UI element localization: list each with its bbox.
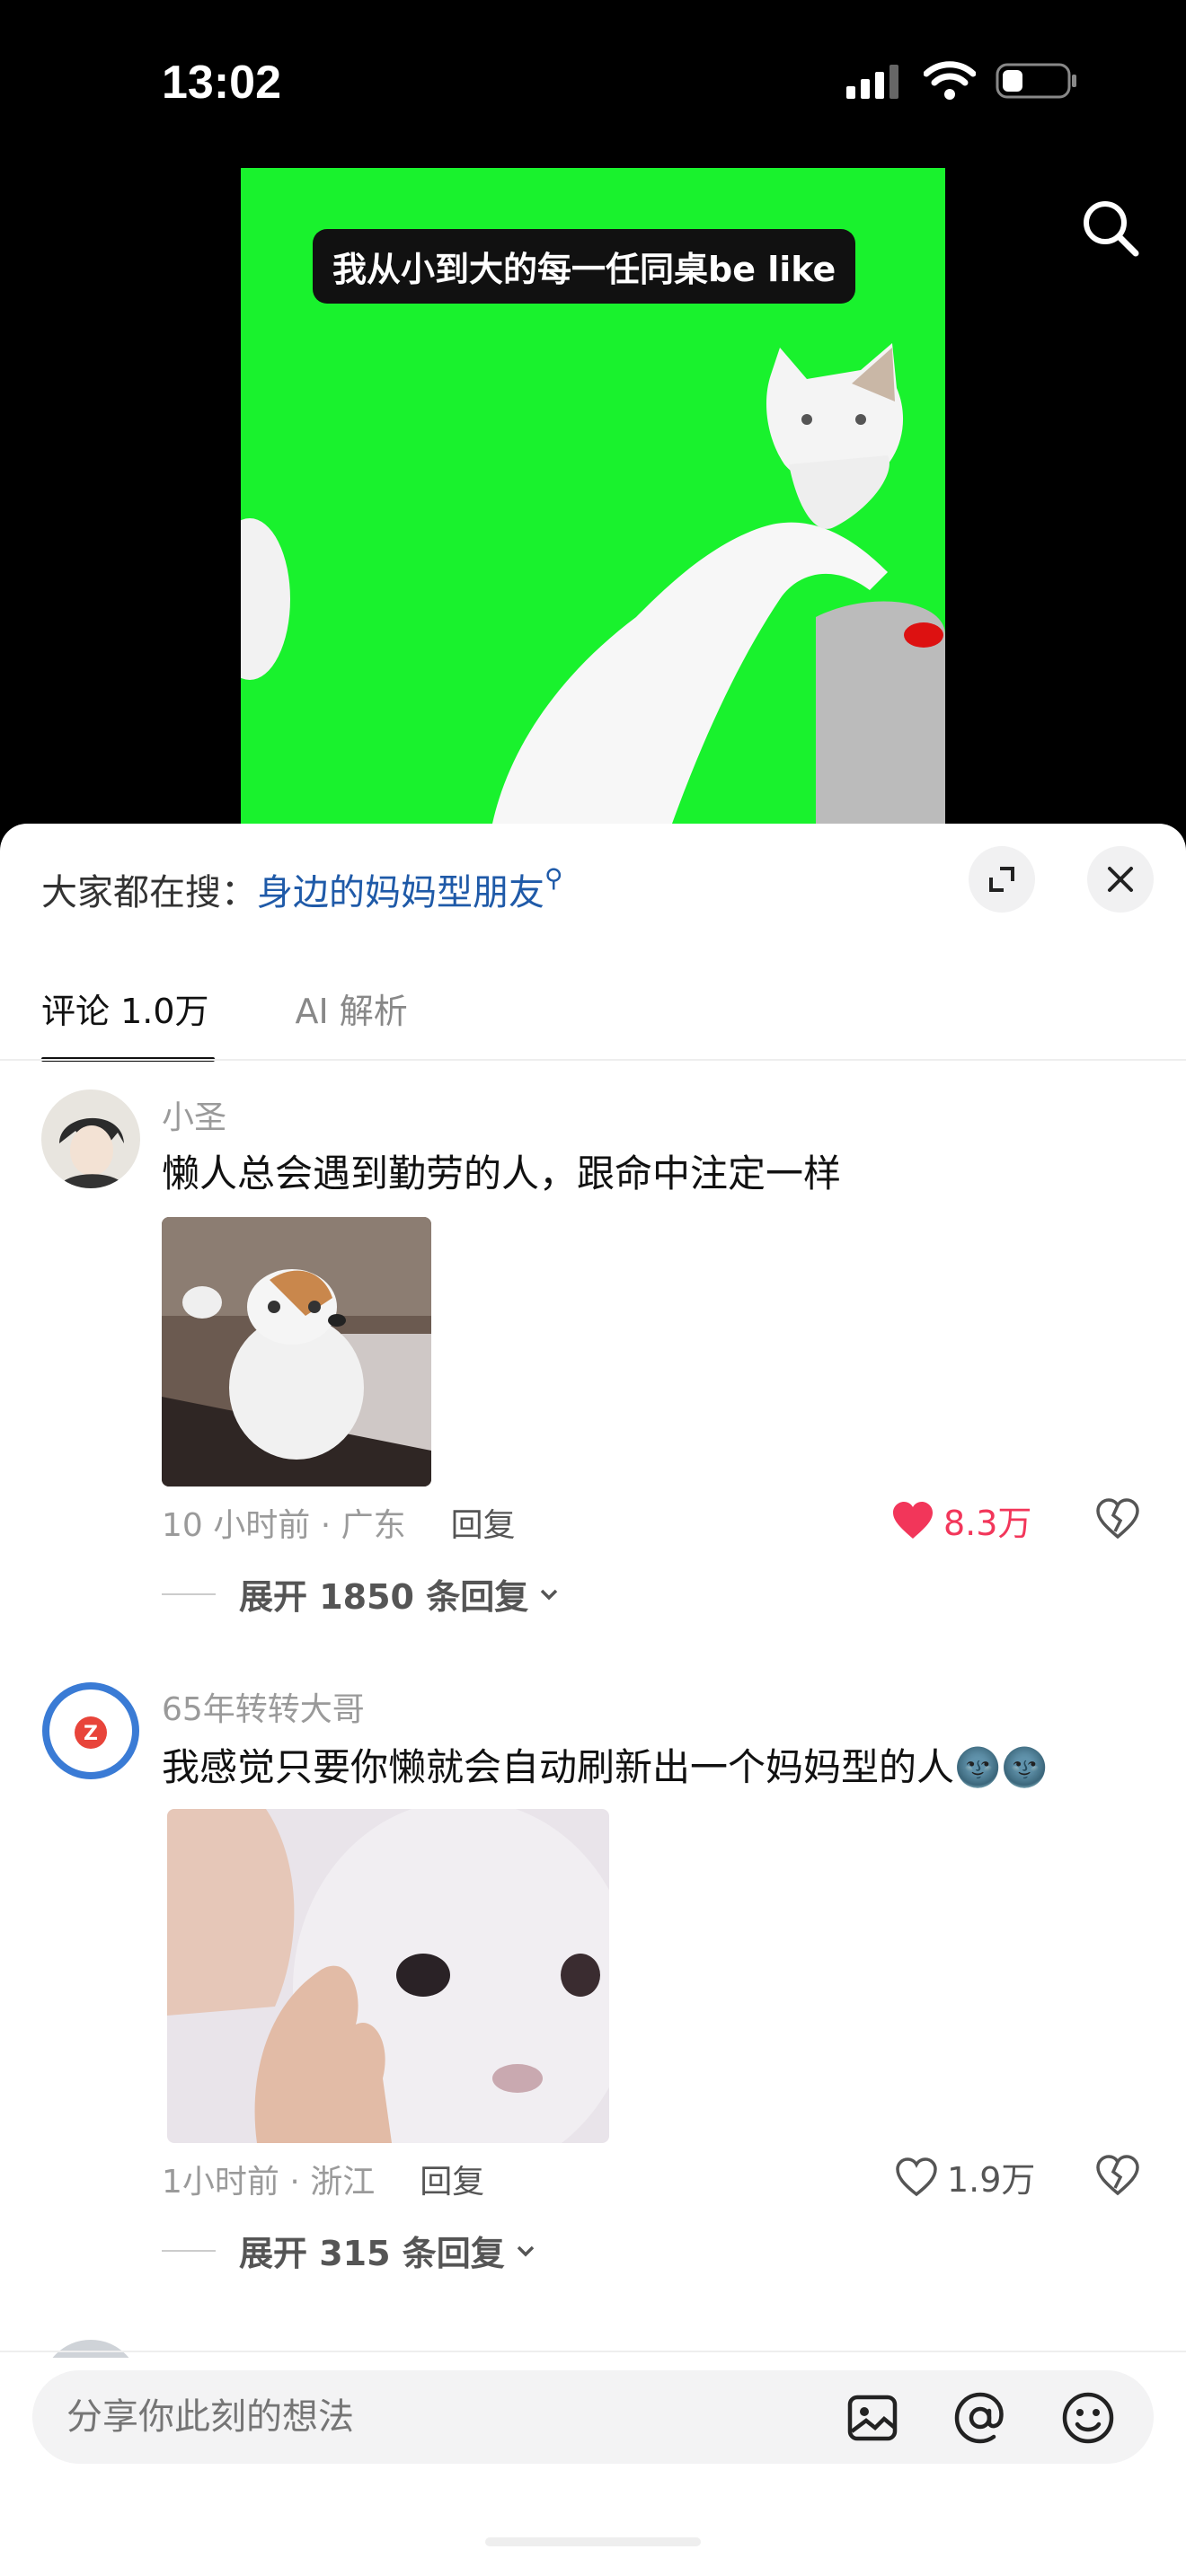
avatar[interactable]	[41, 1090, 140, 1188]
close-sheet-button[interactable]	[1087, 846, 1154, 913]
hot-search-term[interactable]: 身边的妈妈型朋友	[257, 872, 544, 913]
hot-search-prefix: 大家都在搜：	[41, 872, 257, 913]
expand-line	[162, 2249, 216, 2252]
heart-filled-icon	[893, 1501, 933, 1539]
svg-text:Z: Z	[84, 1723, 98, 1745]
battery-icon	[996, 63, 1076, 99]
dislike-heart-icon[interactable]	[1094, 2152, 1141, 2199]
expand-line	[162, 1592, 216, 1595]
heart-outline-icon	[896, 2157, 937, 2196]
avatar-badge-icon: Z	[41, 1681, 140, 1780]
like-count: 8.3万	[943, 1504, 1032, 1543]
dog-sticker-image	[162, 1217, 431, 1486]
emoji-icon[interactable]	[1060, 2390, 1116, 2446]
hot-search-banner[interactable]: 大家都在搜：身边的妈妈型朋友⚲	[41, 863, 563, 915]
small-search-icon: ⚲	[544, 863, 563, 893]
composer-divider	[0, 2351, 1186, 2352]
dislike-heart-icon[interactable]	[1094, 1495, 1141, 1542]
comment-time-location: 10 小时前 · 广东	[162, 1507, 406, 1544]
comment-text: 懒人总会遇到勤劳的人，跟命中注定一样	[162, 1151, 842, 1195]
comment-meta: 1小时前 · 浙江 回复	[162, 2156, 484, 2202]
close-icon	[1108, 867, 1133, 892]
mention-icon[interactable]	[952, 2390, 1008, 2446]
comment-username[interactable]: 65年转转大哥	[162, 1683, 365, 1730]
tab-ai-analysis[interactable]: AI 解析	[296, 984, 408, 1062]
comment-username[interactable]: 小圣	[162, 1091, 226, 1138]
video-player[interactable]: 我从小到大的每一任同桌be like	[241, 168, 945, 824]
comment-time-location: 1小时前 · 浙江	[162, 2164, 376, 2201]
search-icon[interactable]	[1078, 196, 1141, 259]
like-count: 1.9万	[947, 2160, 1036, 2200]
status-bar: 13:02	[0, 0, 1186, 171]
expand-replies-label: 展开 315 条回复	[239, 2234, 505, 2273]
avatar-anime-icon	[41, 1090, 140, 1188]
image-icon[interactable]	[845, 2390, 900, 2446]
status-icons	[846, 61, 1078, 101]
video-caption: 我从小到大的每一任同桌be like	[313, 229, 856, 304]
comment-sheet: 大家都在搜：身边的妈妈型朋友⚲ 评论 1.0万 AI 解析 小圣 懒人总会遇到勤…	[0, 824, 1186, 2576]
fullscreen-icon	[989, 867, 1014, 892]
wifi-icon	[924, 61, 976, 100]
expand-sheet-button[interactable]	[969, 846, 1035, 913]
avatar[interactable]: Z	[41, 1681, 140, 1780]
reply-button[interactable]: 回复	[451, 1507, 516, 1544]
comment-text: 我感觉只要你懒就会自动刷新出一个妈妈型的人🌚🌚	[162, 1745, 1049, 1789]
comment-meta: 10 小时前 · 广东 回复	[162, 1499, 516, 1546]
reply-button[interactable]: 回复	[420, 2164, 484, 2201]
cat-face-image	[167, 1809, 609, 2143]
expand-replies-button[interactable]: 展开 1850 条回复	[162, 1569, 562, 1619]
status-time: 13:02	[162, 57, 281, 109]
tab-comments[interactable]: 评论 1.0万	[41, 984, 215, 1062]
comment-image[interactable]	[162, 1217, 431, 1486]
like-button[interactable]: 1.9万	[895, 2152, 1035, 2201]
chevron-down-icon	[517, 2245, 535, 2256]
expand-replies-button[interactable]: 展开 315 条回复	[162, 2226, 539, 2275]
comment-tabs: 评论 1.0万 AI 解析	[41, 984, 408, 1062]
next-comment-peek	[41, 2340, 140, 2358]
comment-input[interactable]	[65, 2395, 787, 2439]
home-indicator	[485, 2537, 701, 2546]
tabs-divider	[0, 1059, 1186, 1061]
like-button[interactable]: 8.3万	[891, 1495, 1031, 1545]
comment-image[interactable]	[167, 1809, 609, 2143]
expand-replies-label: 展开 1850 条回复	[239, 1577, 529, 1617]
chevron-down-icon	[540, 1589, 558, 1600]
cellular-signal-icon	[846, 65, 898, 99]
comment-composer	[32, 2370, 1154, 2464]
